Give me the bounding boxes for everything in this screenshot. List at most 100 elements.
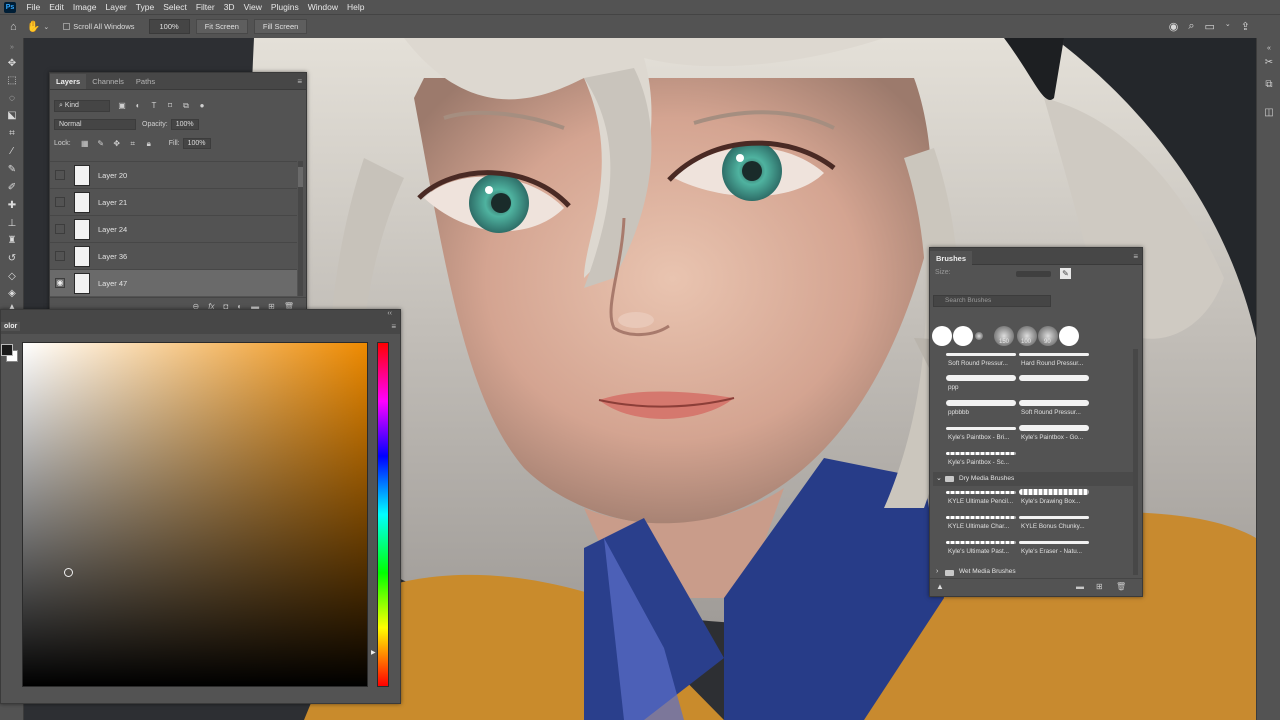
brush-preset[interactable]: Kyle's Paintbox - Sc... [946, 448, 1022, 473]
lock-all-icon[interactable]: 🔒︎ [143, 139, 155, 149]
brush-preset[interactable]: Kyle's Paintbox - Bri... [946, 423, 1022, 448]
fit-screen-button[interactable]: Fit Screen [195, 19, 248, 34]
brush-group-wet-media[interactable]: › Wet Media Brushes [933, 568, 1133, 578]
lock-image-icon[interactable]: ✎ [95, 139, 107, 148]
hue-slider-marker-icon[interactable]: ▶ [371, 649, 376, 656]
filter-toggle-icon[interactable]: ● [196, 101, 208, 110]
saturation-brightness-field[interactable] [22, 342, 368, 687]
brush-preset[interactable]: ppp [946, 373, 1022, 398]
tab-color[interactable]: olor [1, 322, 21, 331]
hue-slider[interactable] [377, 342, 389, 687]
zoom-field[interactable]: 100% [148, 19, 190, 34]
filter-type-icon[interactable]: T [148, 101, 160, 110]
share-icon[interactable]: ◉ [1169, 20, 1179, 33]
tab-paths[interactable]: Paths [130, 74, 161, 89]
menu-filter[interactable]: Filter [191, 0, 219, 14]
eye-icon[interactable]: ◉ [55, 278, 65, 288]
move-tool-icon[interactable]: ✥ [6, 58, 18, 70]
properties-panel-icon[interactable]: ◫ [1262, 106, 1276, 120]
opacity-field[interactable]: 100% [170, 119, 199, 130]
tab-brushes[interactable]: Brushes [930, 251, 973, 266]
menu-help[interactable]: Help [342, 0, 368, 14]
menu-select[interactable]: Select [159, 0, 192, 14]
create-brush-icon[interactable]: ✎ [1060, 268, 1071, 279]
marquee-tool-icon[interactable]: ⬚ [6, 75, 18, 87]
brush-preset[interactable]: Kyle's Eraser - Natu... [1019, 537, 1095, 562]
brush-preset[interactable]: Hard Round Pressur... [1019, 349, 1095, 374]
quick-select-tool-icon[interactable]: ⬕ [6, 110, 18, 122]
pencil-tool-icon[interactable]: ✐ [6, 182, 18, 194]
clone-stamp-tool-icon[interactable]: ⊥ [6, 218, 18, 230]
layer-row-selected[interactable]: ◉ Layer 47 [50, 269, 297, 296]
panel-menu-icon[interactable]: ≡ [1133, 252, 1138, 261]
brush-preset[interactable]: Kyle's Drawing Box... [1019, 487, 1095, 512]
chevron-right-icon[interactable]: › [936, 568, 938, 575]
search-brushes-input[interactable]: Search Brushes [933, 295, 1051, 307]
history-brush-tool-icon[interactable]: ↺ [6, 253, 18, 265]
brush-preset[interactable]: KYLE Ultimate Pencil... [946, 487, 1022, 512]
brush-preview-toggle-icon[interactable]: ▲ [936, 582, 944, 591]
paint-bucket-tool-icon[interactable]: ◈ [6, 288, 18, 300]
new-brush-icon[interactable]: ⊞ [1096, 582, 1103, 591]
recent-brush[interactable] [1059, 326, 1079, 346]
toolbar-collapse-icon[interactable]: » [6, 42, 18, 54]
tab-layers[interactable]: Layers [50, 74, 87, 89]
panel-menu-icon[interactable]: ≡ [391, 322, 396, 331]
chevron-down-icon[interactable]: ⌄ [43, 23, 49, 31]
lasso-tool-icon[interactable]: ◌ [6, 93, 18, 105]
visibility-toggle[interactable] [55, 170, 65, 180]
eraser-tool-icon[interactable]: ◇ [6, 271, 18, 283]
brush-group-dry-media[interactable]: ⌄ Dry Media Brushes [933, 472, 1133, 486]
menu-image[interactable]: Image [68, 0, 101, 14]
search-icon[interactable]: ⌕ [1188, 20, 1194, 33]
brush-preset[interactable]: KYLE Ultimate Char... [946, 512, 1022, 537]
recent-brush[interactable] [953, 326, 973, 346]
size-slider[interactable] [1016, 271, 1051, 277]
brushes-scrollbar[interactable] [1133, 349, 1138, 575]
menu-plugins[interactable]: Plugins [266, 0, 303, 14]
brush-preset[interactable]: Kyle's Paintbox - Go... [1019, 423, 1095, 448]
history-panel-icon[interactable]: ⧉ [1262, 78, 1276, 92]
trash-icon[interactable]: 🗑︎ [1116, 582, 1126, 591]
lock-transparent-icon[interactable]: ▦ [79, 139, 91, 148]
panel-menu-icon[interactable]: ≡ [297, 77, 302, 86]
stamp-tool-icon[interactable]: ♜ [6, 235, 18, 247]
filter-shape-icon[interactable]: ⌑ [164, 101, 176, 110]
collapse-panels-icon[interactable]: « [1262, 42, 1276, 56]
scrollbar-thumb[interactable] [298, 167, 303, 187]
menu-edit[interactable]: Edit [45, 0, 69, 14]
brush-preset[interactable]: KYLE Bonus Chunky... [1019, 512, 1095, 537]
eyedropper-tool-icon[interactable]: ⁄ [6, 146, 18, 158]
menu-view[interactable]: View [239, 0, 266, 14]
brush-preset[interactable]: Kyle's Ultimate Past... [946, 537, 1022, 562]
menu-type[interactable]: Type [131, 0, 158, 14]
blend-mode-select[interactable]: Normal [54, 119, 136, 130]
lock-position-icon[interactable]: ✥ [111, 139, 123, 148]
lock-artboard-icon[interactable]: ⌗ [127, 139, 139, 149]
layers-scrollbar[interactable] [298, 161, 303, 296]
color-picker-cursor[interactable] [64, 568, 73, 577]
filter-kind-select[interactable]: ⌕ Kind [54, 99, 110, 112]
checkbox-box[interactable] [63, 23, 71, 30]
new-group-folder-icon[interactable]: ▬ [1076, 582, 1084, 591]
chevron-down-icon[interactable]: ⌄ [1225, 20, 1231, 33]
foreground-color-swatch[interactable] [1, 344, 13, 356]
layer-row[interactable]: Layer 24 [50, 215, 297, 242]
brush-settings-icon[interactable]: ✂ [1262, 56, 1276, 70]
workspace-icon[interactable]: ▭ [1205, 20, 1215, 33]
visibility-toggle[interactable] [55, 251, 65, 261]
brush-preset[interactable]: Soft Round Pressur... [946, 349, 1022, 374]
recent-brush[interactable] [932, 326, 952, 346]
menu-layer[interactable]: Layer [101, 0, 131, 14]
fill-field[interactable]: 100% [182, 138, 211, 149]
filter-pixel-icon[interactable]: ▣ [116, 101, 128, 110]
home-icon[interactable]: ⌂ [10, 21, 17, 33]
brush-tool-icon[interactable]: ✎ [6, 164, 18, 176]
fill-screen-button[interactable]: Fill Screen [253, 19, 308, 34]
menu-3d[interactable]: 3D [219, 0, 239, 14]
recent-brush[interactable] [975, 332, 983, 340]
layer-row[interactable]: Layer 20 [50, 161, 297, 188]
panel-collapse-icon[interactable]: ‹‹ [387, 310, 392, 317]
layer-row[interactable]: Layer 36 [50, 242, 297, 269]
menu-file[interactable]: File [22, 0, 45, 14]
